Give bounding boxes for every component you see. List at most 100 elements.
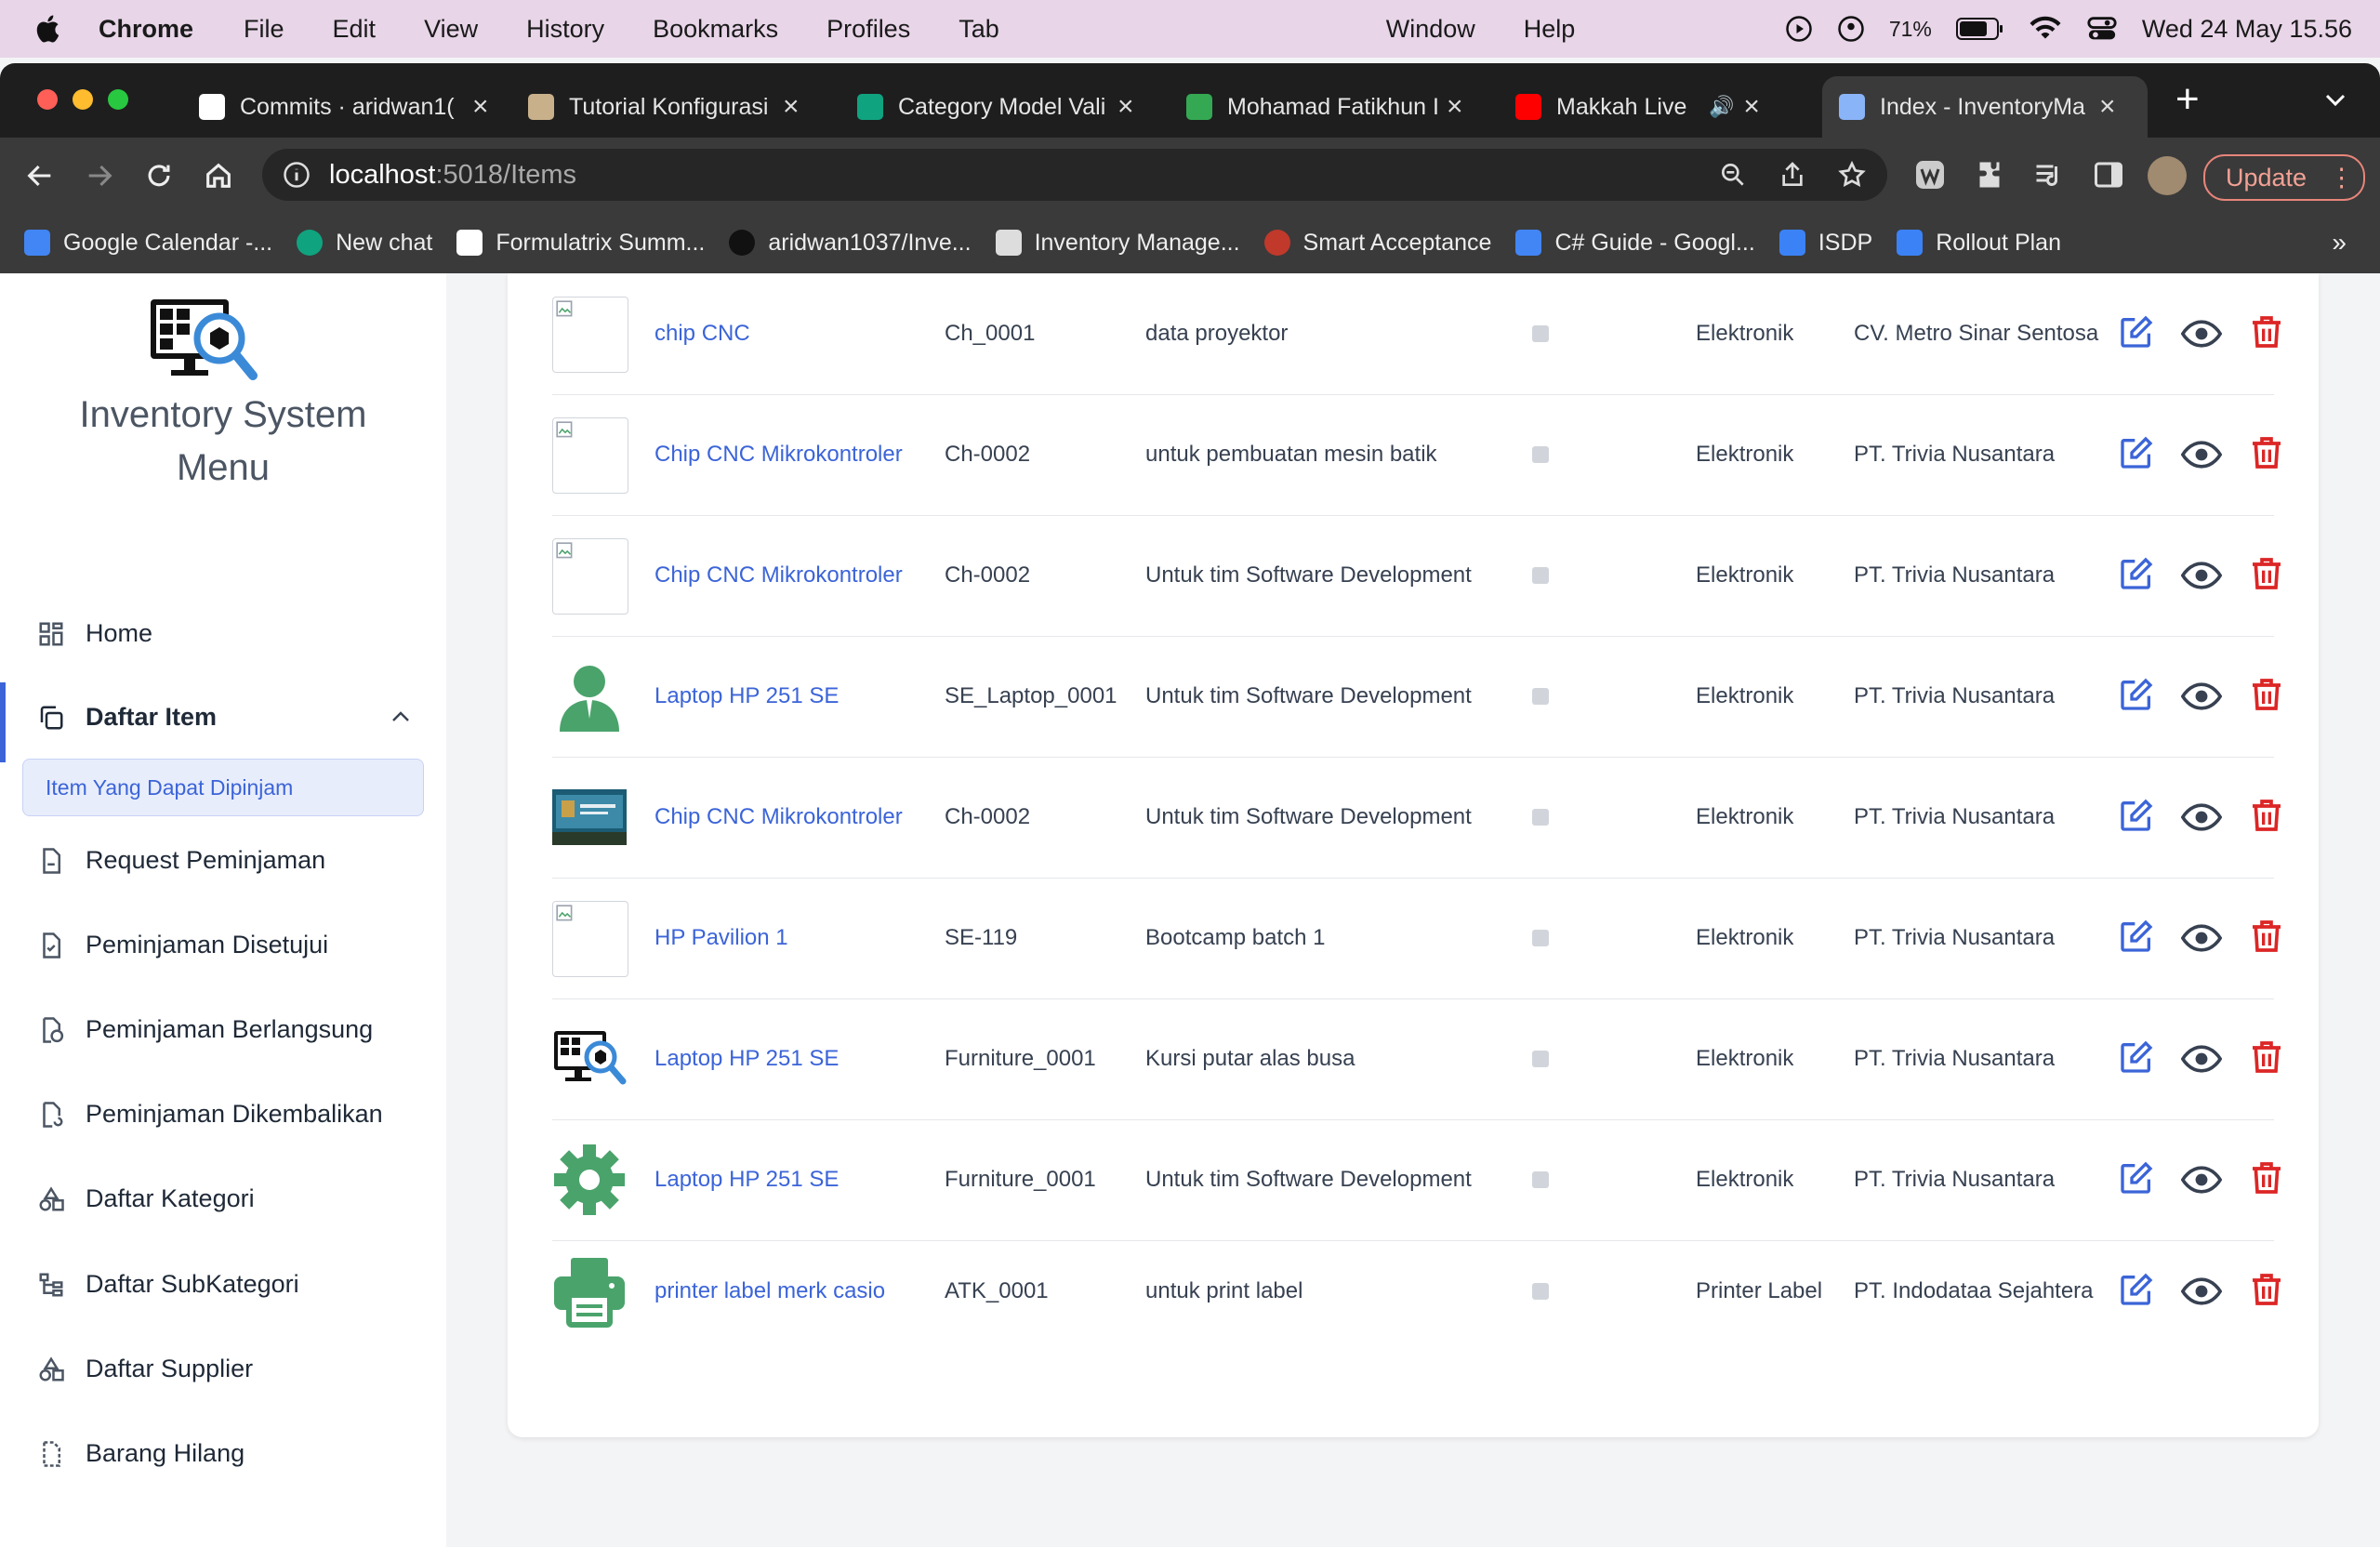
view-icon[interactable]	[2180, 918, 2223, 959]
delete-icon[interactable]	[2248, 918, 2289, 959]
view-icon[interactable]	[2180, 1038, 2223, 1079]
view-icon[interactable]	[2180, 1159, 2223, 1200]
forward-icon[interactable]	[84, 160, 115, 192]
delete-icon[interactable]	[2248, 1038, 2289, 1079]
share-icon[interactable]	[1778, 160, 1807, 190]
edit-icon[interactable]	[2118, 797, 2159, 838]
menu-profiles[interactable]: Profiles	[826, 15, 910, 44]
sidebar-item-daftar-item[interactable]: Daftar Item	[37, 703, 217, 732]
close-window-button[interactable]	[37, 89, 58, 110]
menu-history[interactable]: History	[526, 15, 604, 44]
bookmark-item[interactable]: ISDP	[1778, 230, 1872, 257]
sidebar-subitem-item-yang-dapat-dipinjam[interactable]: Item Yang Dapat Dipinjam	[22, 759, 424, 816]
tab-search-chevron-icon[interactable]	[2324, 93, 2347, 108]
availability-checkbox[interactable]	[1532, 809, 1549, 826]
item-name-link[interactable]: Chip CNC Mikrokontroler	[654, 442, 903, 468]
control-center-icon[interactable]	[2086, 15, 2118, 43]
close-tab-icon[interactable]: ×	[1447, 91, 1463, 123]
browser-tab[interactable]: Category Model Vali ×	[840, 76, 1134, 138]
browser-tab[interactable]: Tutorial Konfigurasi ×	[511, 76, 800, 138]
apple-icon[interactable]	[33, 13, 65, 45]
wifi-icon[interactable]	[2029, 15, 2062, 43]
delete-icon[interactable]	[2248, 555, 2289, 596]
menu-file[interactable]: File	[244, 15, 284, 44]
menu-tab[interactable]: Tab	[959, 15, 999, 44]
delete-icon[interactable]	[2248, 676, 2289, 717]
edit-icon[interactable]	[2118, 313, 2159, 354]
sidebar-item-daftar-supplier[interactable]: Daftar Supplier	[37, 1355, 253, 1383]
browser-tab-active[interactable]: Index - InventoryMa ×	[1822, 76, 2148, 138]
availability-checkbox[interactable]	[1532, 325, 1549, 342]
close-tab-icon[interactable]: ×	[2099, 91, 2116, 123]
play-icon[interactable]	[1785, 15, 1813, 43]
item-name-link[interactable]: printer label merk casio	[654, 1278, 885, 1304]
view-icon[interactable]	[2180, 797, 2223, 838]
battery-icon[interactable]	[1955, 17, 2004, 41]
close-tab-icon[interactable]: ×	[1117, 91, 1134, 123]
edit-icon[interactable]	[2118, 1159, 2159, 1200]
minimize-window-button[interactable]	[73, 89, 93, 110]
edit-icon[interactable]	[2118, 1271, 2159, 1312]
bookmark-star-icon[interactable]	[1837, 160, 1867, 190]
availability-checkbox[interactable]	[1532, 688, 1549, 705]
browser-tab[interactable]: Commits · aridwan1(×	[182, 76, 489, 138]
availability-checkbox[interactable]	[1532, 446, 1549, 463]
close-tab-icon[interactable]: ×	[783, 91, 800, 123]
bookmark-item[interactable]: Google Calendar -...	[24, 230, 272, 257]
extensions-puzzle-icon[interactable]	[1973, 158, 2006, 192]
sidebar-item-peminjaman-dikembalikan[interactable]: Peminjaman Dikembalikan	[37, 1100, 383, 1129]
edit-icon[interactable]	[2118, 1038, 2159, 1079]
availability-checkbox[interactable]	[1532, 567, 1549, 584]
menu-help[interactable]: Help	[1524, 15, 1576, 44]
availability-checkbox[interactable]	[1532, 1283, 1549, 1300]
update-button[interactable]: Update ⋮	[2203, 154, 2365, 201]
delete-icon[interactable]	[2248, 1159, 2289, 1200]
item-name-link[interactable]: Laptop HP 251 SE	[654, 1167, 839, 1193]
menu-app-name[interactable]: Chrome	[99, 15, 193, 44]
audio-playing-icon[interactable]: 🔊	[1709, 95, 1734, 119]
availability-checkbox[interactable]	[1532, 1051, 1549, 1067]
delete-icon[interactable]	[2248, 1271, 2289, 1312]
bookmark-item[interactable]: Formulatrix Summ...	[456, 230, 705, 257]
media-controls-icon[interactable]	[2032, 158, 2066, 192]
browser-tab[interactable]: Mohamad Fatikhun I ×	[1170, 76, 1463, 138]
item-name-link[interactable]: Laptop HP 251 SE	[654, 1046, 839, 1072]
extension-w-icon[interactable]	[1913, 158, 1947, 192]
menu-bookmarks[interactable]: Bookmarks	[653, 15, 778, 44]
bookmark-item[interactable]: C# Guide - Googl...	[1515, 230, 1755, 257]
item-name-link[interactable]: Chip CNC Mikrokontroler	[654, 562, 903, 588]
reload-icon[interactable]	[143, 160, 175, 192]
side-panel-icon[interactable]	[2092, 158, 2125, 192]
sidebar-item-daftar-kategori[interactable]: Daftar Kategori	[37, 1184, 255, 1213]
edit-icon[interactable]	[2118, 918, 2159, 959]
delete-icon[interactable]	[2248, 434, 2289, 475]
close-tab-icon[interactable]: ×	[472, 91, 489, 123]
user-circle-icon[interactable]	[1837, 15, 1865, 43]
back-icon[interactable]	[24, 160, 56, 192]
new-tab-button[interactable]: +	[2175, 76, 2200, 123]
chevron-up-icon[interactable]	[390, 710, 411, 723]
delete-icon[interactable]	[2248, 797, 2289, 838]
edit-icon[interactable]	[2118, 555, 2159, 596]
menu-view[interactable]: View	[424, 15, 478, 44]
view-icon[interactable]	[2180, 676, 2223, 717]
delete-icon[interactable]	[2248, 313, 2289, 354]
bookmark-item[interactable]: Smart Acceptance	[1263, 230, 1491, 257]
edit-icon[interactable]	[2118, 434, 2159, 475]
view-icon[interactable]	[2180, 313, 2223, 354]
item-name-link[interactable]: Chip CNC Mikrokontroler	[654, 804, 903, 830]
bookmark-item[interactable]: Inventory Manage...	[995, 230, 1240, 257]
sidebar-item-home[interactable]: Home	[37, 619, 152, 648]
item-name-link[interactable]: chip CNC	[654, 321, 750, 347]
sidebar-item-peminjaman-berlangsung[interactable]: Peminjaman Berlangsung	[37, 1015, 373, 1044]
menu-edit[interactable]: Edit	[333, 15, 377, 44]
view-icon[interactable]	[2180, 434, 2223, 475]
sidebar-item-peminjaman-disetujui[interactable]: Peminjaman Disetujui	[37, 931, 328, 959]
availability-checkbox[interactable]	[1532, 1171, 1549, 1188]
item-name-link[interactable]: HP Pavilion 1	[654, 925, 788, 951]
site-info-icon[interactable]	[283, 161, 311, 189]
more-bookmarks-icon[interactable]: »	[2332, 228, 2347, 258]
close-tab-icon[interactable]: ×	[1743, 91, 1760, 123]
address-bar[interactable]: localhost:5018/Items	[262, 149, 1887, 201]
profile-avatar[interactable]	[2148, 156, 2187, 195]
